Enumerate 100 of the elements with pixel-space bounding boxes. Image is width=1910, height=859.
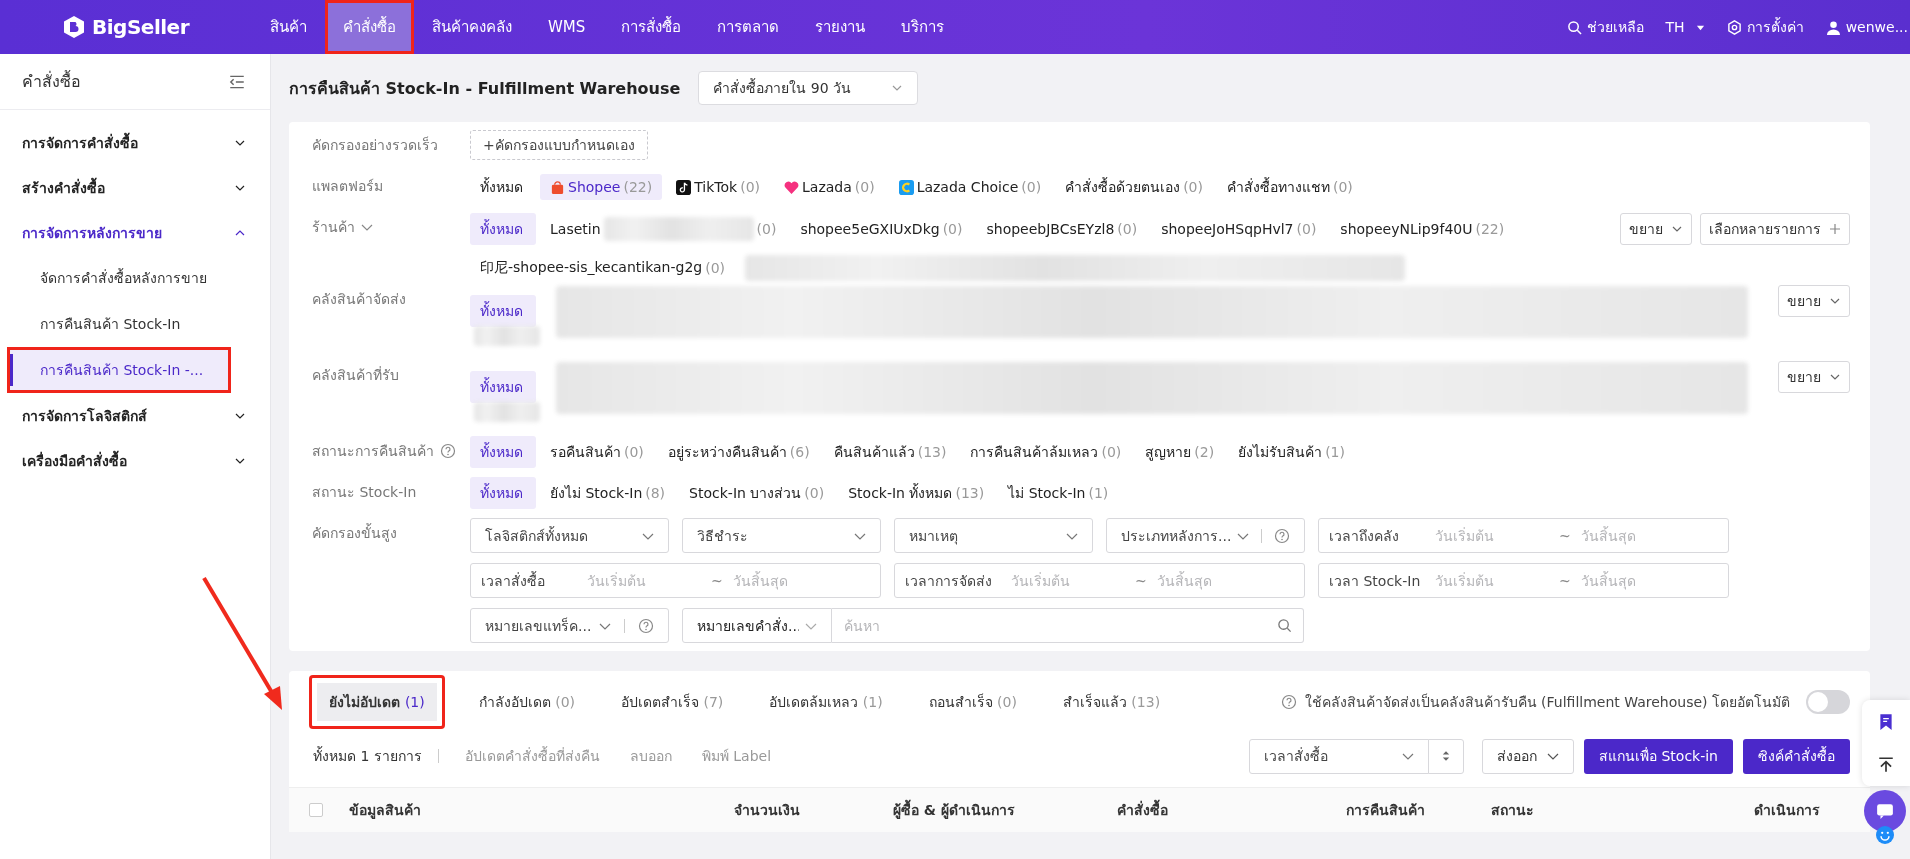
dropdown-select[interactable]: วิธีชำระ xyxy=(682,518,881,553)
filter-option[interactable]: ยังไม่รับสินค้า (1) xyxy=(1228,436,1355,468)
date-range-field[interactable]: เวลาการจัดส่ง วันเริ่มต้น ~ วันสิ้นสุด xyxy=(894,563,1305,598)
nav-tab[interactable]: การตลาด xyxy=(699,0,798,54)
back-to-top-icon[interactable] xyxy=(1877,755,1895,774)
start-date-input[interactable]: วันเริ่มต้น xyxy=(1435,522,1559,549)
toggle-switch[interactable] xyxy=(1806,690,1850,714)
filter-option[interactable]: Lazada (0) xyxy=(774,174,885,200)
filter-option[interactable]: คำสั่งซื้อด้วยตนเอง (0) xyxy=(1055,171,1213,203)
filter-option[interactable]: Stock-In บางส่วน (0) xyxy=(679,477,835,509)
smiley-icon[interactable] xyxy=(1876,826,1894,844)
help-icon[interactable] xyxy=(637,617,654,634)
expand-button[interactable]: ขยาย xyxy=(1778,285,1850,317)
filter-option[interactable]: ทั้งหมด xyxy=(470,436,536,468)
filter-option[interactable]: ทั้งหมด xyxy=(470,295,536,327)
custom-filter-button[interactable]: +คัดกรองแบบกำหนดเอง xyxy=(470,130,648,160)
help-icon[interactable] xyxy=(1280,694,1297,710)
nav-tab[interactable]: WMS xyxy=(530,0,604,54)
filter-option[interactable]: shopeebJBCsEYzl8 (0) xyxy=(976,216,1148,242)
filter-label: คลังสินค้าที่รับ xyxy=(312,365,399,385)
nav-tab[interactable]: สินค้าคงคลัง xyxy=(414,0,530,54)
help-icon[interactable] xyxy=(440,443,456,459)
help-link[interactable]: ช่วยเหลือ xyxy=(1566,16,1644,38)
search-type-select[interactable]: หมายเลขคำสั่ง... xyxy=(682,608,832,643)
range-separator: ~ xyxy=(1135,572,1148,589)
sidebar-item[interactable]: การคืนสินค้า Stock-In -... xyxy=(8,348,230,392)
settings-link[interactable]: การตั้งค่า xyxy=(1726,16,1804,38)
status-tab[interactable]: อัปเดตล้มเหลว (1) xyxy=(757,682,895,722)
language-menu[interactable]: TH xyxy=(1665,19,1705,35)
filter-option[interactable]: Lasetin (0) xyxy=(540,212,787,246)
filter-option[interactable]: shopeeyNLip9f40U (22) xyxy=(1330,216,1515,242)
period-select[interactable]: คำสั่งซื้อภายใน 90 วัน xyxy=(698,71,919,105)
filter-option[interactable]: 印尼-shopee-sis_kecantikan-g2g (0) xyxy=(470,254,736,282)
sidebar-group[interactable]: สร้างคำสั่งซื้อ xyxy=(0,165,270,210)
end-date-input[interactable]: วันสิ้นสุด xyxy=(733,567,857,594)
start-date-input[interactable]: วันเริ่มต้น xyxy=(1011,567,1135,594)
nav-tab[interactable]: สินค้า xyxy=(252,0,325,54)
date-range-field[interactable]: เวลา Stock-In วันเริ่มต้น ~ วันสิ้นสุด xyxy=(1318,563,1729,598)
filter-option[interactable]: คำสั่งซื้อทางแชท (0) xyxy=(1216,171,1363,203)
filter-option[interactable]: การคืนสินค้าล้มเหลว (0) xyxy=(960,436,1132,468)
filter-option[interactable]: shopee5eGXIUxDkg (0) xyxy=(790,216,973,242)
date-range-field[interactable]: เวลาถึงคลัง วันเริ่มต้น ~ วันสิ้นสุด xyxy=(1318,518,1729,553)
field-label: เวลาการจัดส่ง xyxy=(905,571,993,591)
sort-select[interactable]: เวลาสั่งซื้อ xyxy=(1249,738,1429,774)
column-header: ผู้ซื้อ & ผู้ดำเนินการ xyxy=(893,799,1117,821)
dropdown-select[interactable]: โลจิสติกส์ทั้งหมด xyxy=(470,518,669,553)
nav-tab[interactable]: บริการ xyxy=(883,0,963,54)
filter-option[interactable]: อยู่ระหว่างคืนสินค้า (6) xyxy=(657,436,820,468)
sidebar-group[interactable]: การจัดการโลจิสติกส์ xyxy=(0,393,270,438)
multi-select-button[interactable]: เลือกหลายรายการ xyxy=(1700,213,1850,245)
search-field[interactable]: ค้นหา xyxy=(832,608,1304,643)
sidebar-item[interactable]: จัดการคำสั่งซื้อหลังการขาย xyxy=(8,256,262,300)
filter-option[interactable]: ทั้งหมด xyxy=(470,171,536,203)
filter-option[interactable]: ยังไม่ Stock-In (8) xyxy=(540,477,676,509)
status-tab[interactable]: อัปเดตสำเร็จ (7) xyxy=(609,682,736,722)
range-separator: ~ xyxy=(1559,572,1572,589)
dropdown-select[interactable]: หมายเลขแทร็ค... xyxy=(470,608,669,643)
expand-button[interactable]: ขยาย xyxy=(1620,213,1692,245)
search-icon[interactable] xyxy=(1277,618,1292,633)
primary-button[interactable]: สแกนเพื่อ Stock-in xyxy=(1584,738,1733,774)
start-date-input[interactable]: วันเริ่มต้น xyxy=(587,567,711,594)
filter-option[interactable]: Shopee (22) xyxy=(540,174,663,200)
nav-tab[interactable]: การสั่งซื้อ xyxy=(603,0,700,54)
export-button[interactable]: ส่งออก xyxy=(1482,738,1574,774)
filter-option[interactable]: ไม่ Stock-In (1) xyxy=(998,477,1119,509)
dropdown-select[interactable]: ประเภทหลังการ... xyxy=(1106,518,1305,553)
filter-option[interactable]: ทั้งหมด xyxy=(470,213,536,245)
expand-button[interactable]: ขยาย xyxy=(1778,361,1850,393)
dropdown-select[interactable]: หมาเหตุ xyxy=(894,518,1093,553)
filter-option[interactable]: Stock-In ทั้งหมด (13) xyxy=(838,477,995,509)
checkbox[interactable] xyxy=(309,803,323,817)
filter-option[interactable]: shopeeJoHSqpHvl7 (0) xyxy=(1151,216,1327,242)
primary-button[interactable]: ซิงค์คำสั่งซื้อ xyxy=(1743,738,1850,774)
end-date-input[interactable]: วันสิ้นสุด xyxy=(1157,567,1281,594)
sidebar-item[interactable]: การคืนสินค้า Stock-In xyxy=(8,302,262,346)
user-menu[interactable]: wenwe... xyxy=(1825,19,1908,35)
sidebar-group[interactable]: การจัดการหลังการขาย xyxy=(0,210,270,255)
start-date-input[interactable]: วันเริ่มต้น xyxy=(1435,567,1559,594)
date-range-field[interactable]: เวลาสั่งซื้อ วันเริ่มต้น ~ วันสิ้นสุด xyxy=(470,563,881,598)
filter-option[interactable]: ทั้งหมด xyxy=(470,371,536,403)
page-title: การคืนสินค้า Stock-In - Fulfillment Warehouse xyxy=(289,77,681,100)
status-tab[interactable]: สำเร็จแล้ว (13) xyxy=(1050,682,1173,722)
sidebar-group[interactable]: การจัดการคำสั่งซื้อ xyxy=(0,120,270,165)
help-icon[interactable] xyxy=(1274,527,1290,544)
filter-option[interactable]: สูญหาย (2) xyxy=(1135,436,1225,468)
status-tab[interactable]: กำลังอัปเดต (0) xyxy=(466,682,587,722)
filter-option[interactable]: ทั้งหมด xyxy=(470,477,536,509)
sidebar-group[interactable]: เครื่องมือคำสั่งซื้อ xyxy=(0,438,270,483)
filter-option[interactable]: TikTok (0) xyxy=(666,174,770,200)
filter-option[interactable]: รอคืนสินค้า (0) xyxy=(540,436,654,468)
filter-option[interactable]: คืนสินค้าแล้ว (13) xyxy=(823,436,957,468)
range-separator: ~ xyxy=(1559,527,1572,544)
filter-option[interactable]: Lazada Choice (0) xyxy=(888,174,1052,200)
status-tab[interactable]: ถอนสำเร็จ (0) xyxy=(916,682,1029,722)
end-date-input[interactable]: วันสิ้นสุด xyxy=(1581,567,1705,594)
status-tab[interactable]: ยังไม่อัปเดต (1) xyxy=(309,675,445,729)
nav-tab[interactable]: รายงาน xyxy=(797,0,884,54)
end-date-input[interactable]: วันสิ้นสุด xyxy=(1581,522,1705,549)
nav-tab[interactable]: คำสั่งซื้อ xyxy=(325,0,414,54)
bookmark-icon[interactable] xyxy=(1877,712,1895,731)
